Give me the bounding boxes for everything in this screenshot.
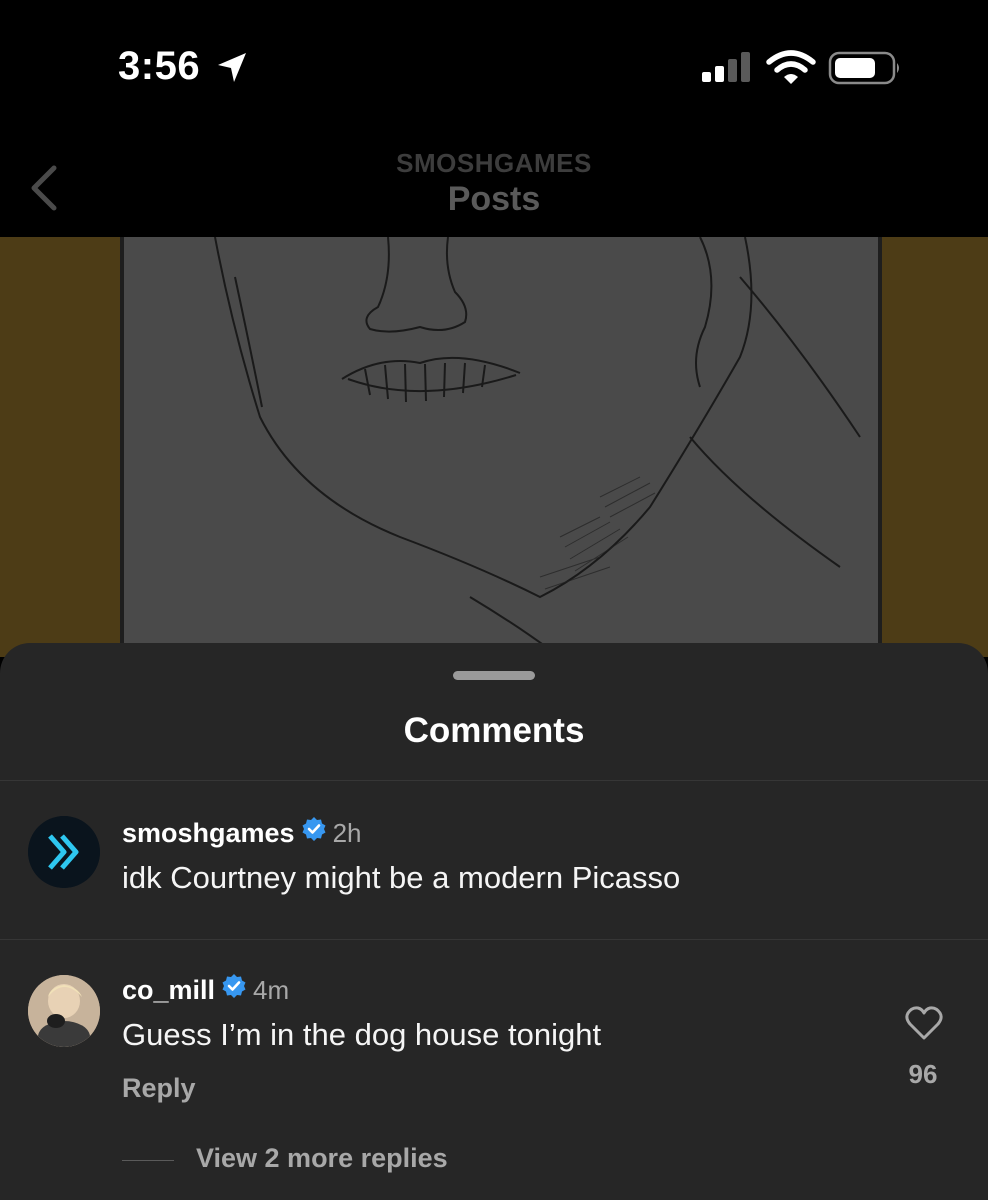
status-bar: 3:56 <box>0 0 988 130</box>
verified-badge-icon <box>301 816 327 849</box>
comment-item: smoshgames 2h idk Courtney might be a mod… <box>0 780 988 939</box>
location-arrow-icon <box>214 50 250 91</box>
cellular-signal-icon <box>700 50 754 89</box>
account-name: SMOSHGAMES <box>396 148 592 178</box>
wifi-icon <box>766 50 816 91</box>
sheet-grabber-handle[interactable] <box>453 671 535 680</box>
comment-username[interactable]: smoshgames 2h <box>122 816 362 851</box>
avatar[interactable] <box>28 816 100 888</box>
avatar[interactable] <box>28 975 100 1047</box>
like-count: 96 <box>908 1059 938 1089</box>
verified-badge-icon <box>221 973 247 1006</box>
comments-title: Comments <box>403 711 585 750</box>
replies-line-divider <box>122 1160 174 1161</box>
page-title: Posts <box>447 180 541 218</box>
reply-button[interactable]: Reply <box>122 1073 196 1104</box>
comment-timestamp: 4m <box>253 975 290 1005</box>
comment-text: idk Courtney might be a modern Picasso <box>122 860 681 895</box>
comment-username[interactable]: co_mill 4m <box>122 973 290 1008</box>
heart-icon[interactable] <box>904 1005 944 1046</box>
battery-icon <box>828 50 904 91</box>
comment-timestamp: 2h <box>332 818 362 848</box>
post-image[interactable] <box>0 237 988 657</box>
smosh-logo-icon <box>28 816 100 888</box>
view-more-replies-label[interactable]: View 2 more replies <box>196 1143 448 1174</box>
sketch-drawing-image <box>120 237 882 657</box>
nav-header: SMOSHGAMES Posts <box>0 130 988 237</box>
profile-photo-image <box>28 975 100 1047</box>
status-time: 3:56 <box>118 44 201 88</box>
comments-sheet: Comments smoshgames 2h idk Courtney might… <box>0 643 988 1200</box>
comment-text: Guess I’m in the dog house tonight <box>122 1017 602 1052</box>
